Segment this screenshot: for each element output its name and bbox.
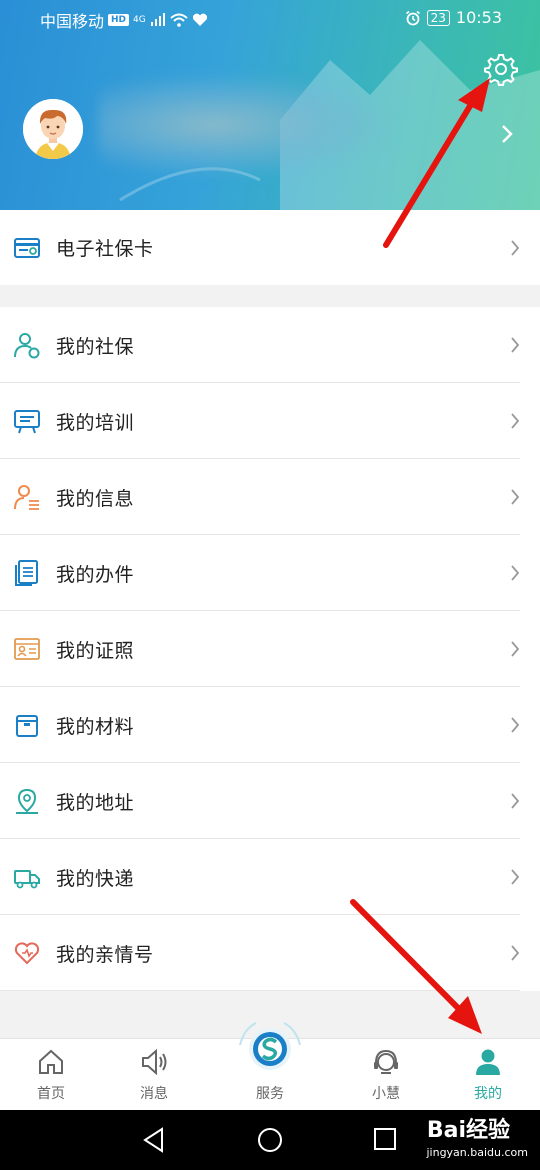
tab-label: 我的: [474, 1086, 502, 1102]
speaker-icon: [142, 1048, 167, 1076]
avatar[interactable]: [23, 99, 83, 159]
tab-mine[interactable]: 我的: [438, 1039, 538, 1111]
blurred-username: [98, 75, 388, 175]
chevron-right-icon[interactable]: [500, 124, 514, 144]
tab-service-label[interactable]: 服务: [220, 1083, 320, 1103]
menu-item-my-cases[interactable]: 我的办件: [0, 535, 540, 611]
battery-level: 23: [426, 9, 450, 26]
documents-icon: [15, 560, 38, 586]
chevron-right-icon: [511, 641, 520, 657]
tab-label: 消息: [140, 1086, 168, 1102]
chevron-right-icon: [511, 717, 520, 733]
menu-item-label: 我的社保: [56, 335, 135, 358]
menu-item-my-materials[interactable]: 我的材料: [0, 687, 540, 763]
person-shield-icon: [14, 333, 40, 359]
watermark-brand: Bai经验: [426, 1118, 510, 1143]
tab-assistant[interactable]: 小慧: [336, 1039, 436, 1111]
training-board-icon: [14, 410, 40, 434]
recents-square-icon[interactable]: [373, 1127, 397, 1151]
home-circle-icon[interactable]: [257, 1127, 283, 1153]
social-security-card-icon: [14, 237, 40, 258]
alarm-icon: [405, 10, 420, 25]
tab-label: 小慧: [372, 1086, 400, 1102]
delivery-truck-icon: [14, 870, 40, 889]
person-icon: [476, 1049, 500, 1075]
folder-icon: [16, 715, 38, 737]
tab-label: 首页: [37, 1086, 65, 1102]
chevron-right-icon: [511, 489, 520, 505]
menu-item-label: 我的信息: [56, 487, 135, 510]
menu-item-label: 我的亲情号: [56, 943, 154, 966]
heart-chat-icon: [14, 942, 40, 965]
chevron-right-icon: [511, 413, 520, 429]
tab-messages[interactable]: 消息: [104, 1039, 204, 1111]
chevron-right-icon: [511, 793, 520, 809]
gear-icon[interactable]: [484, 52, 518, 86]
menu-item-my-social-security[interactable]: 我的社保: [0, 307, 540, 383]
location-pin-icon: [16, 788, 38, 814]
chevron-right-icon: [511, 565, 520, 581]
menu-item-e-social-card[interactable]: 电子社保卡: [0, 210, 540, 285]
chevron-right-icon: [511, 337, 520, 353]
carrier-label: 中国移动: [40, 12, 105, 31]
heart-health-icon: [192, 13, 207, 26]
menu-item-my-licenses[interactable]: 我的证照: [0, 611, 540, 687]
menu-list: 我的社保 我的培训 我的信息 我的办件 我的证照 我的材料 我的地址 我的快递 …: [0, 307, 540, 991]
chevron-right-icon: [511, 869, 520, 885]
service-logo-icon[interactable]: [232, 1015, 308, 1091]
tab-home[interactable]: 首页: [1, 1039, 101, 1111]
menu-item-my-info[interactable]: 我的信息: [0, 459, 540, 535]
divider: [0, 990, 520, 991]
wifi-icon: [170, 13, 188, 27]
chevron-right-icon: [511, 945, 520, 961]
clock: 10:53: [455, 8, 502, 27]
hd-badge: HD: [108, 14, 130, 26]
profile-header: 中国移动 HD 4G 23 10:53: [0, 0, 540, 210]
menu-item-my-address[interactable]: 我的地址: [0, 763, 540, 839]
menu-item-label: 我的地址: [56, 791, 135, 814]
headset-icon: [374, 1049, 398, 1074]
status-bar: 中国移动 HD 4G 23 10:53: [0, 0, 540, 38]
menu-item-label: 我的材料: [56, 715, 135, 738]
back-triangle-icon[interactable]: [142, 1127, 166, 1153]
social-security-card-section: 电子社保卡: [0, 210, 540, 285]
cartoon-boy-avatar-icon: [23, 99, 83, 159]
menu-item-label: 我的培训: [56, 411, 135, 434]
watermark-url: jingyan.baidu.com: [426, 1146, 528, 1159]
menu-item-my-delivery[interactable]: 我的快递: [0, 839, 540, 915]
signal-icon: [150, 13, 165, 26]
menu-item-label: 我的快递: [56, 867, 135, 890]
network-type: 4G: [133, 15, 146, 25]
menu-item-label: 电子社保卡: [56, 238, 154, 260]
menu-item-label: 我的证照: [56, 639, 135, 662]
license-card-icon: [14, 638, 40, 660]
chevron-right-icon: [511, 240, 520, 256]
home-icon: [39, 1049, 63, 1074]
person-info-icon: [14, 485, 39, 510]
menu-item-label: 我的办件: [56, 563, 135, 586]
menu-item-my-family-numbers[interactable]: 我的亲情号: [0, 915, 540, 991]
menu-item-my-training[interactable]: 我的培训: [0, 383, 540, 459]
